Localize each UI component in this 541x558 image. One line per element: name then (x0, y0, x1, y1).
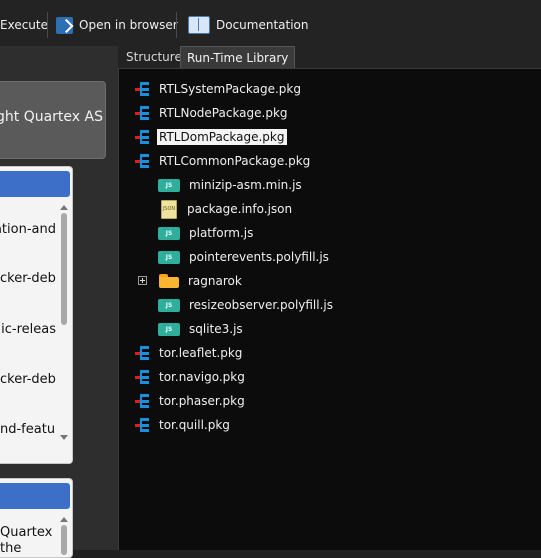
tree-item-label: resizeobserver.polyfill.js (189, 298, 333, 312)
news-item[interactable]: lic-releas (0, 322, 56, 337)
tree-item-package[interactable]: tor.quill.pkg (133, 415, 232, 435)
tree-item-folder[interactable]: ragnarok (159, 271, 244, 291)
tree-item-package[interactable]: tor.navigo.pkg (133, 367, 247, 387)
tree-item-label: package.info.json (187, 202, 293, 216)
open-in-browser-label: Open in browser (79, 18, 178, 32)
open-browser-icon (56, 16, 73, 34)
package-icon (133, 105, 151, 121)
tree-item-file[interactable]: JS platform.js (158, 223, 255, 243)
scroll-up-icon[interactable] (60, 205, 68, 210)
tree-item-package[interactable]: RTLNodePackage.pkg (133, 103, 290, 123)
js-file-icon: JS (158, 298, 180, 312)
tree-item-file[interactable]: JSON package.info.json (161, 199, 294, 219)
news-card: ation-and cker-deb lic-releas cker-deb n… (0, 166, 73, 464)
execute-label: Execute (0, 18, 48, 32)
tree-item-package[interactable]: tor.leaflet.pkg (133, 343, 244, 363)
tree-item-label: RTLSystemPackage.pkg (159, 82, 301, 96)
package-icon (133, 345, 151, 361)
tree-item-label: platform.js (189, 226, 254, 240)
banner-text: right Quartex AS (0, 109, 103, 125)
scroll-thumb[interactable] (61, 525, 67, 555)
expand-icon[interactable] (138, 276, 147, 285)
info-card: Quartex the (0, 478, 73, 558)
tree-item-file[interactable]: JS pointerevents.polyfill.js (158, 247, 331, 267)
left-panel: right Quartex AS ation-and cker-deb lic-… (0, 46, 118, 558)
rtl-tree: RTLSystemPackage.pkg RTLNodePackage.pkg … (118, 68, 541, 550)
package-icon (133, 393, 151, 409)
scroll-up-icon[interactable] (60, 517, 68, 522)
tree-item-label: ragnarok (188, 274, 242, 288)
tree-item-package[interactable]: RTLCommonPackage.pkg (133, 151, 312, 171)
package-icon (133, 369, 151, 385)
tree-item-file[interactable]: JS resizeobserver.polyfill.js (158, 295, 335, 315)
js-file-icon: JS (158, 178, 180, 192)
tree-item-label: tor.navigo.pkg (159, 370, 245, 384)
news-item[interactable]: ation-and (0, 222, 56, 237)
package-icon (133, 81, 151, 97)
folder-icon (159, 274, 179, 288)
news-item[interactable]: cker-deb (0, 372, 56, 387)
toolbar: Execute Open in browser Documentation (0, 0, 541, 46)
tab-run-time-library[interactable]: Run-Time Library (180, 46, 296, 68)
js-file-icon: JS (158, 322, 180, 336)
news-item[interactable]: cker-deb (0, 271, 56, 286)
package-icon (133, 417, 151, 433)
tree-item-package[interactable]: tor.phaser.pkg (133, 391, 247, 411)
tab-structure[interactable]: Structure (120, 46, 188, 68)
news-scrollbar[interactable] (59, 205, 69, 440)
info-item[interactable]: Quartex (0, 525, 56, 540)
json-file-icon: JSON (161, 199, 177, 219)
js-file-icon: JS (158, 226, 180, 240)
news-card-header (0, 171, 70, 197)
tree-item-label: RTLCommonPackage.pkg (159, 154, 311, 168)
book-icon (188, 16, 210, 34)
tree-item-label: tor.phaser.pkg (159, 394, 245, 408)
news-item[interactable]: nd-featu (0, 422, 56, 437)
tree-item-package-selected[interactable]: RTLDomPackage.pkg (133, 127, 287, 147)
js-file-icon: JS (158, 250, 180, 264)
execute-button[interactable]: Execute (0, 16, 48, 34)
package-icon (133, 129, 151, 145)
documentation-button[interactable]: Documentation (188, 16, 309, 34)
scroll-down-icon[interactable] (60, 435, 68, 440)
open-in-browser-button[interactable]: Open in browser (56, 16, 178, 34)
tree-item-file[interactable]: JS minizip-asm.min.js (158, 175, 304, 195)
tree-item-label: RTLDomPackage.pkg (157, 129, 287, 145)
tree-item-label: tor.quill.pkg (159, 418, 230, 432)
toolbar-separator (176, 12, 177, 38)
tree-item-file[interactable]: JS sqlite3.js (158, 319, 245, 339)
scroll-thumb[interactable] (61, 213, 67, 325)
toolbar-separator (47, 12, 48, 38)
tree-item-label: pointerevents.polyfill.js (189, 250, 329, 264)
info-item[interactable]: the (0, 541, 56, 556)
welcome-banner: right Quartex AS (0, 81, 106, 159)
documentation-label: Documentation (216, 18, 309, 32)
package-icon (133, 153, 151, 169)
tree-item-label: tor.leaflet.pkg (159, 346, 243, 360)
tree-item-label: RTLNodePackage.pkg (159, 106, 288, 120)
info-card-header (0, 483, 70, 509)
project-tabs: Structure Run-Time Library (118, 46, 541, 68)
tree-item-label: sqlite3.js (189, 322, 243, 336)
info-scrollbar[interactable] (59, 517, 69, 557)
tree-item-label: minizip-asm.min.js (189, 178, 302, 192)
tree-item-package[interactable]: RTLSystemPackage.pkg (133, 79, 303, 99)
